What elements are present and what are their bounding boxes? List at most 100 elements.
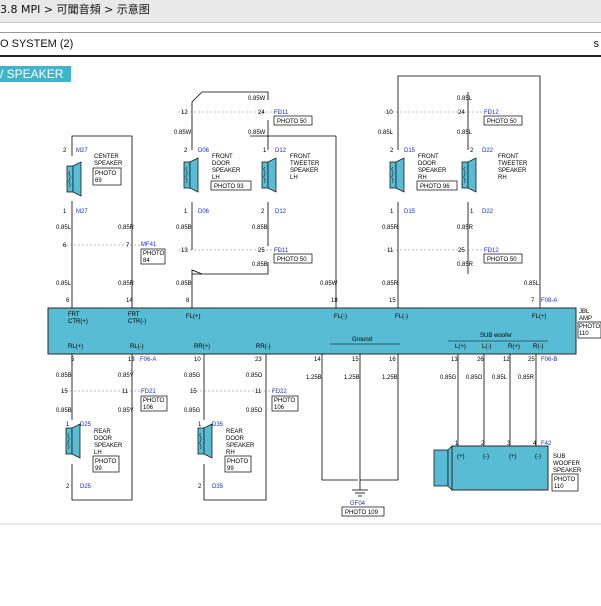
- amp-photo-label: PHOTO: [579, 324, 601, 330]
- amp-photo-number: 110: [579, 331, 589, 337]
- ftr-name2: TWEETER: [498, 161, 528, 167]
- pin-bot-12: 12: [503, 357, 510, 363]
- pin-mf41-7: 7: [126, 243, 130, 249]
- fd12-bot-photo: PHOTO 50: [487, 257, 517, 263]
- rear-door-rh-icon: [197, 423, 213, 459]
- wire-fr-085r-3: 0.85R: [457, 262, 474, 268]
- pin-d22-1: 1: [470, 209, 474, 215]
- pin-bot-23: 23: [255, 357, 262, 363]
- wire-sub-085l: 0.85L: [492, 375, 508, 381]
- wire-fl-085w-4: 0.85W: [320, 281, 338, 287]
- wire-sub-085o: 0.85O: [466, 375, 483, 381]
- amp-name-jbl: JBL: [579, 309, 590, 315]
- amp-lbl-ctrm: CTR(-): [128, 319, 146, 325]
- center-speaker-name1: CENTER: [94, 154, 119, 160]
- amp-lbl-rrp: RR(+): [194, 344, 210, 350]
- amp-lbl-rm: R(-): [533, 344, 543, 350]
- rdr-photo-label: PHOTO: [227, 459, 249, 465]
- fd11-top-photo: PHOTO 50: [277, 119, 307, 125]
- wire-rl-085y-1: 0.85Y: [118, 373, 134, 379]
- amp-lbl-ground: Ground: [352, 337, 372, 343]
- wire-rl-085y-2: 0.85Y: [118, 408, 134, 414]
- amp-lbl-rlm: RL(-): [130, 344, 144, 350]
- amp-lbl-rp: R(+): [508, 344, 520, 350]
- wire-sub-085g: 0.85G: [440, 375, 457, 381]
- amp-lbl-ctrp: CTR(+): [68, 319, 88, 325]
- pin-d35-2: 2: [198, 484, 202, 490]
- ftl-name2: TWEETER: [290, 161, 320, 167]
- amp-lbl-rlp: RL(+): [68, 344, 83, 350]
- wire-fl-085w-3: 0.85W: [248, 130, 266, 136]
- fdl-name2: DOOR: [212, 161, 231, 167]
- fdr-name1: FRONT: [418, 154, 439, 160]
- conn-mf41: MF41: [141, 242, 157, 248]
- amp-lbl-flp: FL(+): [186, 314, 201, 320]
- fdr-photo: PHOTO 96: [420, 184, 450, 190]
- fdl-name1: FRONT: [212, 154, 233, 160]
- sub-photo-label: PHOTO: [554, 477, 576, 483]
- fd11-bot-photo: PHOTO 50: [277, 257, 307, 263]
- sub-name1: SUB: [553, 454, 565, 460]
- fdr-name2: DOOR: [418, 161, 437, 167]
- pin-bot-16: 16: [389, 357, 396, 363]
- amp-name-amp: AMP: [579, 316, 592, 322]
- wire-fl-085b-1: 0.85B: [176, 225, 192, 231]
- conn-d12-top: D12: [275, 148, 287, 154]
- pin-fd21-15: 15: [61, 389, 68, 395]
- pin-fd12-25: 25: [458, 248, 465, 254]
- rdl-name3: SPEAKER: [94, 443, 123, 449]
- front-door-rh-icon: [389, 157, 405, 193]
- rdr-name4: RH: [226, 450, 235, 456]
- fd22-photo-label: PHOTO: [274, 398, 296, 404]
- rdr-name1: REAR: [226, 429, 243, 435]
- pin-top-18: 18: [331, 298, 338, 304]
- center-speaker-icon: [66, 161, 82, 197]
- wiring-diagram: FRT CTR(+) FRT CTR(-) FL(+) FL(-) FL(-) …: [0, 75, 601, 525]
- sub-pin-sign-3: (+): [509, 454, 517, 460]
- conn-gf04: GF04: [350, 501, 366, 507]
- pin-bot-14: 14: [314, 357, 321, 363]
- ftl-name1: FRONT: [290, 154, 311, 160]
- ftl-name3: SPEAKER: [290, 168, 319, 174]
- conn-f06b: F06-B: [541, 357, 557, 363]
- amp-lbl-frt2: FRT: [128, 312, 140, 318]
- conn-fd22: FD22: [272, 389, 287, 395]
- ftr-name1: FRONT: [498, 154, 519, 160]
- pin-bot-26: 26: [477, 357, 484, 363]
- rear-door-lh-icon: [65, 423, 81, 459]
- conn-d15-bot: D15: [404, 209, 416, 215]
- pin-d06-1: 1: [184, 209, 188, 215]
- pin-fd22-15: 15: [190, 389, 197, 395]
- fdr-name4: RH: [418, 175, 427, 181]
- ftr-name4: RH: [498, 175, 507, 181]
- center-photo-number: 69: [95, 178, 102, 184]
- conn-d22-bot: D22: [482, 209, 494, 215]
- pin-top-8: 8: [186, 298, 190, 304]
- sub-photo-number: 110: [554, 484, 564, 490]
- rdl-name2: DOOR: [94, 436, 113, 442]
- rdr-photo-number: 99: [227, 466, 234, 472]
- wire-gnd-125b-1: 1.25B: [306, 375, 322, 381]
- amp-lbl-flp2: FL(+): [532, 314, 547, 320]
- wire-rl-085b-2: 0.85B: [56, 408, 72, 414]
- pin-top-6: 6: [66, 298, 70, 304]
- fdl-name4: LH: [212, 175, 220, 181]
- sub-pin-sign-4: (-): [535, 454, 541, 460]
- sub-woofer-cone: [433, 449, 449, 487]
- wire-fr-085r-2: 0.85R: [457, 225, 474, 231]
- pin-fd21-11: 11: [122, 389, 129, 395]
- conn-d06-bot: D06: [198, 209, 210, 215]
- rdl-name1: REAR: [94, 429, 111, 435]
- amp-lbl-frt1: FRT: [68, 312, 80, 318]
- conn-fd21: FD21: [141, 389, 156, 395]
- front-tweeter-lh-icon: [261, 157, 277, 193]
- ftl-name4: LH: [290, 175, 298, 181]
- conn-f42: F42: [541, 441, 552, 447]
- pin-d12-2: 2: [261, 209, 265, 215]
- fd21-photo-number: 106: [143, 405, 154, 411]
- wire-gnd-125b-3: 1.25B: [382, 375, 398, 381]
- sub-woofer-body: [451, 445, 549, 491]
- mf41-photo-label: PHOTO: [143, 251, 165, 257]
- wire-fl-085b-4: 0.85B: [176, 281, 192, 287]
- pin-fd12-24: 24: [458, 110, 465, 116]
